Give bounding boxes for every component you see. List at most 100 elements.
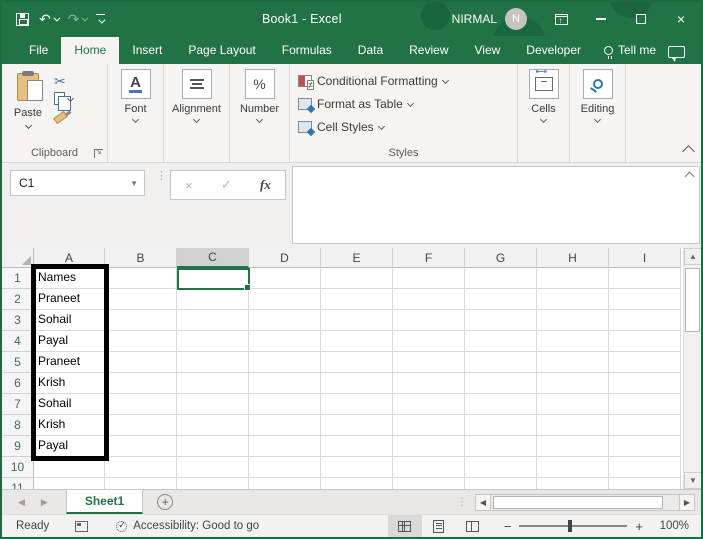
cell-A11[interactable] — [34, 478, 105, 489]
cell-H10[interactable] — [537, 457, 609, 478]
tab-developer[interactable]: Developer — [513, 37, 594, 64]
cell-C3[interactable] — [177, 310, 249, 331]
column-header-E[interactable]: E — [321, 248, 393, 268]
cell-D4[interactable] — [249, 331, 321, 352]
cell-B6[interactable] — [105, 373, 177, 394]
cell-C9[interactable] — [177, 436, 249, 457]
cell-H9[interactable] — [537, 436, 609, 457]
format-painter-icon[interactable] — [53, 110, 68, 125]
page-layout-view-button[interactable] — [422, 515, 456, 538]
cell-I7[interactable] — [609, 394, 681, 415]
ribbon-display-options-icon[interactable] — [541, 2, 581, 36]
paste-dropdown-icon[interactable] — [24, 121, 32, 130]
cell-D8[interactable] — [249, 415, 321, 436]
minimize-button[interactable] — [581, 2, 621, 36]
cell-B3[interactable] — [105, 310, 177, 331]
cell-G11[interactable] — [465, 478, 537, 489]
cell-H4[interactable] — [537, 331, 609, 352]
tell-me-box[interactable]: Tell me — [594, 37, 666, 64]
cells-dropdown-icon[interactable] — [539, 115, 548, 124]
user-name[interactable]: NIRMAL — [452, 12, 497, 26]
font-group[interactable]: A Font — [108, 64, 164, 162]
cell-F3[interactable] — [393, 310, 465, 331]
tab-view[interactable]: View — [462, 37, 514, 64]
cell-B11[interactable] — [105, 478, 177, 489]
vertical-scrollbar[interactable]: ▲ ▼ — [683, 248, 701, 489]
cell-B1[interactable] — [105, 268, 177, 289]
cell-D1[interactable] — [249, 268, 321, 289]
cell-D3[interactable] — [249, 310, 321, 331]
cell-C5[interactable] — [177, 352, 249, 373]
cell-E5[interactable] — [321, 352, 393, 373]
cell-D10[interactable] — [249, 457, 321, 478]
zoom-in-icon[interactable]: + — [635, 519, 643, 534]
column-header-C[interactable]: C — [177, 248, 249, 268]
cell-F11[interactable] — [393, 478, 465, 489]
copy-icon[interactable] — [54, 92, 71, 111]
cell-G7[interactable] — [465, 394, 537, 415]
alignment-dropdown-icon[interactable] — [192, 115, 201, 124]
cell-E11[interactable] — [321, 478, 393, 489]
cell-D6[interactable] — [249, 373, 321, 394]
insert-function-icon[interactable]: fx — [260, 177, 271, 193]
cell-H2[interactable] — [537, 289, 609, 310]
conditional-formatting-button[interactable]: Conditional Formatting — [298, 69, 517, 92]
cell-D7[interactable] — [249, 394, 321, 415]
column-header-B[interactable]: B — [105, 248, 177, 268]
number-dropdown-icon[interactable] — [255, 115, 264, 124]
row-header-9[interactable]: 9 — [2, 436, 34, 457]
cell-F9[interactable] — [393, 436, 465, 457]
column-header-I[interactable]: I — [609, 248, 681, 268]
cell-C6[interactable] — [177, 373, 249, 394]
cancel-icon[interactable]: × — [185, 178, 193, 193]
editing-dropdown-icon[interactable] — [593, 115, 602, 124]
column-header-H[interactable]: H — [537, 248, 609, 268]
cell-E8[interactable] — [321, 415, 393, 436]
name-box[interactable]: C1 ▼ — [10, 170, 145, 196]
maximize-button[interactable] — [621, 2, 661, 36]
row-header-3[interactable]: 3 — [2, 310, 34, 331]
row-header-11[interactable]: 11 — [2, 478, 34, 489]
close-button[interactable]: × — [661, 2, 701, 36]
cell-F7[interactable] — [393, 394, 465, 415]
horizontal-scroll-thumb[interactable] — [493, 495, 663, 509]
cell-H11[interactable] — [537, 478, 609, 489]
zoom-slider[interactable] — [519, 520, 628, 533]
font-dropdown-icon[interactable] — [131, 115, 140, 124]
cell-G5[interactable] — [465, 352, 537, 373]
cell-I5[interactable] — [609, 352, 681, 373]
tab-home[interactable]: Home — [61, 37, 120, 64]
vertical-scroll-thumb[interactable] — [685, 268, 700, 332]
row-header-7[interactable]: 7 — [2, 394, 34, 415]
cell-G9[interactable] — [465, 436, 537, 457]
cell-C11[interactable] — [177, 478, 249, 489]
cut-icon[interactable]: ✂ — [54, 74, 73, 88]
formula-input[interactable] — [292, 166, 700, 244]
cell-H3[interactable] — [537, 310, 609, 331]
customize-qat-icon[interactable] — [96, 13, 106, 25]
sheet-nav-right-icon[interactable]: ▶ — [41, 497, 48, 508]
cell-B2[interactable] — [105, 289, 177, 310]
cell-F8[interactable] — [393, 415, 465, 436]
row-header-2[interactable]: 2 — [2, 289, 34, 310]
macro-record-icon[interactable] — [75, 520, 89, 532]
page-break-view-button[interactable] — [456, 515, 490, 538]
tab-insert[interactable]: Insert — [119, 37, 175, 64]
comments-icon[interactable] — [668, 46, 685, 62]
format-as-table-button[interactable]: Format as Table — [298, 92, 517, 115]
cell-E6[interactable] — [321, 373, 393, 394]
cell-E9[interactable] — [321, 436, 393, 457]
row-header-5[interactable]: 5 — [2, 352, 34, 373]
cell-F5[interactable] — [393, 352, 465, 373]
tab-page-layout[interactable]: Page Layout — [175, 37, 268, 64]
cell-G4[interactable] — [465, 331, 537, 352]
copy-dropdown-icon[interactable] — [66, 94, 75, 102]
cell-E7[interactable] — [321, 394, 393, 415]
tab-file[interactable]: File — [16, 37, 61, 64]
cell-G10[interactable] — [465, 457, 537, 478]
cell-B4[interactable] — [105, 331, 177, 352]
accessibility-status[interactable]: Accessibility: Good to go — [133, 520, 259, 532]
normal-view-button[interactable] — [387, 514, 422, 537]
cell-G1[interactable] — [465, 268, 537, 289]
cell-B5[interactable] — [105, 352, 177, 373]
